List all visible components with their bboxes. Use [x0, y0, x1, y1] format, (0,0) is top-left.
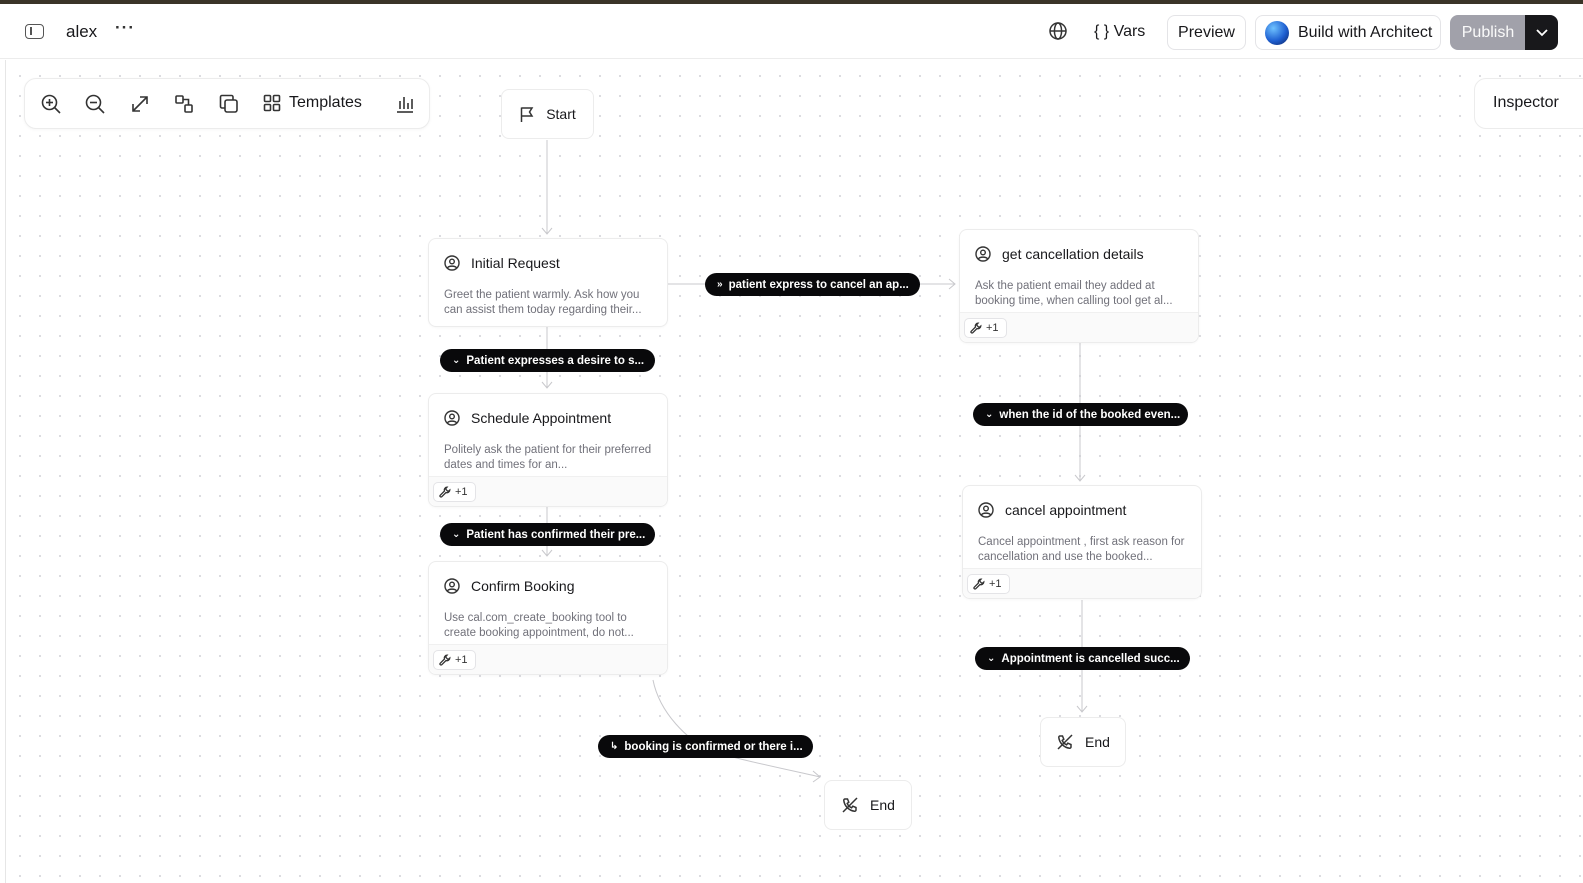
node-description: Politely ask the patient for their prefe… [444, 444, 652, 471]
project-title: alex [66, 22, 98, 41]
more-options-icon[interactable]: ··· [115, 18, 135, 38]
tools-count: +1 [455, 486, 468, 498]
edge-label-cancel-intent[interactable]: » patient express to cancel an ap... [705, 273, 920, 296]
edge-label-booked-id[interactable]: ⌄ when the id of the booked even... [973, 403, 1188, 426]
wrench-icon [439, 654, 451, 666]
preview-button[interactable]: Preview [1167, 15, 1246, 50]
tools-count: +1 [989, 578, 1002, 590]
templates-label: Templates [289, 94, 362, 111]
flow-canvas[interactable] [6, 60, 1583, 883]
node-get-cancellation-details[interactable]: get cancellation details Ask the patient… [959, 229, 1199, 343]
end-node-cancel[interactable]: End [1040, 717, 1126, 767]
chevron-down-icon [1535, 28, 1548, 36]
edge-label-text: Appointment is cancelled succ... [1001, 652, 1180, 665]
publish-dropdown-button[interactable] [1525, 15, 1558, 50]
edge-label-text: booking is confirmed or there i... [624, 740, 803, 753]
edge-label-text: Patient expresses a desire to s... [466, 354, 645, 367]
node-footer: +1 [429, 476, 667, 506]
globe-icon[interactable] [1048, 21, 1068, 41]
user-circle-icon [444, 410, 460, 426]
node-title: Confirm Booking [471, 578, 575, 594]
node-description: Ask the patient email they added at book… [975, 280, 1173, 307]
chevrons-down-icon: ⌄ [987, 653, 996, 664]
build-with-architect-button[interactable]: Build with Architect [1255, 15, 1441, 50]
corner-arrow-icon: ↳ [610, 741, 619, 752]
node-schedule-appointment[interactable]: Schedule Appointment Politely ask the pa… [428, 393, 668, 507]
node-initial-request[interactable]: Initial Request Greet the patient warmly… [428, 238, 668, 327]
tools-chip[interactable]: +1 [433, 650, 476, 670]
edge-label-text: Patient has confirmed their pre... [466, 528, 646, 541]
node-footer: +1 [960, 312, 1198, 342]
end-node-label: End [1085, 734, 1110, 750]
node-footer: +1 [429, 644, 667, 674]
user-circle-icon [975, 246, 991, 262]
tools-count: +1 [986, 322, 999, 334]
zoom-out-icon[interactable] [84, 93, 106, 115]
node-title: get cancellation details [1002, 246, 1144, 262]
vars-button[interactable]: { } Vars [1094, 23, 1145, 41]
node-confirm-booking[interactable]: Confirm Booking Use cal.com_create_booki… [428, 561, 668, 675]
node-footer: +1 [963, 568, 1201, 598]
node-description: Use cal.com_create_booking tool to creat… [444, 612, 634, 639]
start-node-label: Start [546, 106, 576, 122]
phone-off-icon [1057, 734, 1073, 750]
tools-chip[interactable]: +1 [967, 574, 1010, 594]
edge-label-schedule-intent[interactable]: ⌄ Patient expresses a desire to s... [440, 349, 655, 372]
chevrons-right-icon: » [717, 279, 723, 290]
chevrons-down-icon: ⌄ [452, 355, 461, 366]
wrench-icon [970, 322, 982, 334]
sidebar-toggle-icon[interactable] [25, 24, 44, 39]
node-header: Schedule Appointment [444, 410, 611, 426]
node-header: Confirm Booking [444, 578, 575, 594]
node-title: Schedule Appointment [471, 410, 612, 426]
canvas-left-border [5, 60, 6, 883]
architect-orb-icon [1265, 20, 1289, 45]
duplicate-icon[interactable] [218, 93, 240, 115]
node-header: cancel appointment [978, 502, 1126, 518]
auto-layout-icon[interactable] [173, 93, 195, 115]
tools-chip[interactable]: +1 [964, 318, 1007, 338]
edge-label-confirmed-pref[interactable]: ⌄ Patient has confirmed their pre... [440, 523, 655, 546]
start-node[interactable]: Start [501, 89, 594, 139]
templates-grid-icon [263, 94, 281, 112]
edge-label-text: patient express to cancel an ap... [728, 278, 909, 291]
node-description: Greet the patient warmly. Ask how you ca… [444, 289, 642, 316]
inspector-panel-tab[interactable]: Inspector [1474, 78, 1583, 129]
node-title: cancel appointment [1005, 502, 1127, 518]
templates-button[interactable]: Templates [263, 94, 362, 112]
top-header: alex ··· { } Vars Preview Build with Arc… [0, 4, 1583, 59]
user-circle-icon [444, 255, 460, 271]
wrench-icon [439, 486, 451, 498]
end-node-booking[interactable]: End [824, 780, 912, 830]
user-circle-icon [978, 502, 994, 518]
fit-view-icon[interactable] [129, 93, 151, 115]
edge-label-text: when the id of the booked even... [999, 408, 1181, 421]
tools-count: +1 [455, 654, 468, 666]
phone-off-icon [842, 797, 858, 813]
chevrons-down-icon: ⌄ [985, 409, 994, 420]
end-node-label: End [870, 797, 895, 813]
node-title: Initial Request [471, 255, 560, 271]
user-circle-icon [444, 578, 460, 594]
wrench-icon [973, 578, 985, 590]
edge-label-cancelled-ok[interactable]: ⌄ Appointment is cancelled succ... [975, 647, 1190, 670]
canvas-toolbar: Templates [24, 78, 430, 129]
node-description: Cancel appointment , first ask reason fo… [978, 536, 1185, 563]
edge-label-booking-done[interactable]: ↳ booking is confirmed or there i... [598, 735, 813, 758]
zoom-in-icon[interactable] [40, 93, 62, 115]
chevrons-down-icon: ⌄ [452, 529, 461, 540]
node-header: get cancellation details [975, 246, 1144, 262]
node-header: Initial Request [444, 255, 560, 271]
architect-label: Build with Architect [1298, 23, 1433, 41]
flag-icon [520, 106, 534, 122]
analytics-icon[interactable] [394, 93, 416, 115]
publish-button[interactable]: Publish [1450, 15, 1526, 50]
tools-chip[interactable]: +1 [433, 482, 476, 502]
node-cancel-appointment[interactable]: cancel appointment Cancel appointment , … [962, 485, 1202, 599]
